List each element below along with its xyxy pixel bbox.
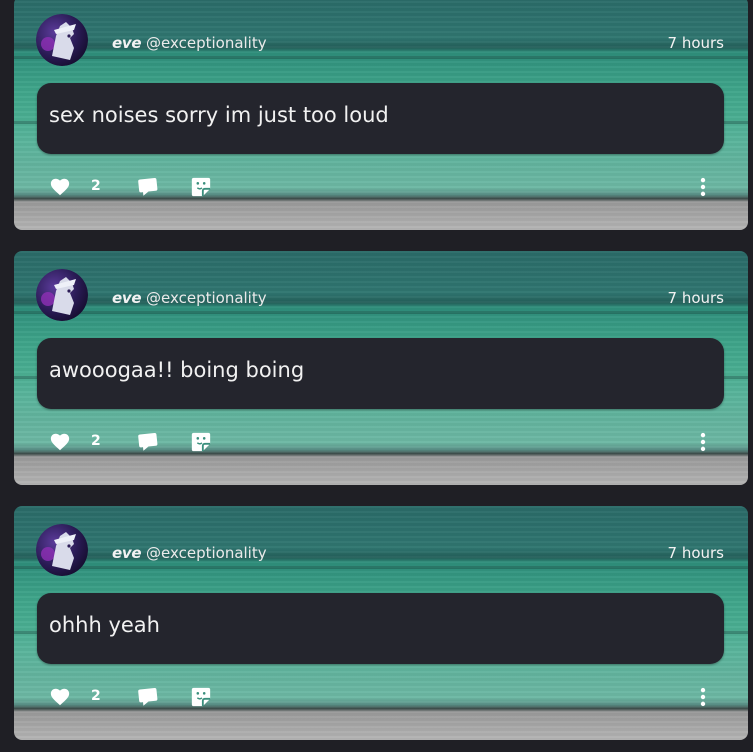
avatar-image	[36, 14, 88, 66]
avatar[interactable]	[36, 14, 88, 66]
speech-bubble-icon[interactable]	[137, 176, 159, 198]
post-author: eve @exceptionality	[112, 34, 267, 52]
vertical-ellipsis-icon[interactable]	[692, 431, 714, 453]
author-handle[interactable]: @exceptionality	[146, 289, 267, 307]
avatar[interactable]	[36, 524, 88, 576]
post-card: eve @exceptionality 7 hours sex noises s…	[14, 0, 748, 230]
post-content: sex noises sorry im just too loud	[37, 83, 724, 154]
author-display-name[interactable]: eve	[112, 34, 142, 52]
heart-icon[interactable]	[49, 431, 71, 453]
avatar[interactable]	[36, 269, 88, 321]
post-timestamp[interactable]: 7 hours	[668, 34, 724, 52]
like-count: 2	[91, 688, 101, 704]
avatar-image	[36, 269, 88, 321]
post-actions: 2	[14, 431, 748, 461]
post-content: ohhh yeah	[37, 593, 724, 664]
post-actions: 2	[14, 686, 748, 716]
post-author: eve @exceptionality	[112, 544, 267, 562]
heart-icon[interactable]	[49, 176, 71, 198]
author-display-name[interactable]: eve	[112, 544, 142, 562]
post-text: awooogaa!! boing boing	[49, 358, 305, 382]
vertical-ellipsis-icon[interactable]	[692, 686, 714, 708]
post-actions: 2	[14, 176, 748, 206]
sticker-icon[interactable]	[190, 686, 212, 708]
post-content: awooogaa!! boing boing	[37, 338, 724, 409]
speech-bubble-icon[interactable]	[137, 431, 159, 453]
like-count: 2	[91, 178, 101, 194]
post-card: eve @exceptionality 7 hours awooogaa!! b…	[14, 251, 748, 485]
heart-icon[interactable]	[49, 686, 71, 708]
post-author: eve @exceptionality	[112, 289, 267, 307]
post-timestamp[interactable]: 7 hours	[668, 544, 724, 562]
author-handle[interactable]: @exceptionality	[146, 34, 267, 52]
post-feed: eve @exceptionality 7 hours sex noises s…	[0, 0, 753, 752]
post-text: sex noises sorry im just too loud	[49, 103, 389, 127]
sticker-icon[interactable]	[190, 176, 212, 198]
sticker-icon[interactable]	[190, 431, 212, 453]
author-display-name[interactable]: eve	[112, 289, 142, 307]
post-card: eve @exceptionality 7 hours ohhh yeah 2	[14, 506, 748, 740]
author-handle[interactable]: @exceptionality	[146, 544, 267, 562]
like-count: 2	[91, 433, 101, 449]
speech-bubble-icon[interactable]	[137, 686, 159, 708]
avatar-image	[36, 524, 88, 576]
post-timestamp[interactable]: 7 hours	[668, 289, 724, 307]
post-text: ohhh yeah	[49, 613, 160, 637]
vertical-ellipsis-icon[interactable]	[692, 176, 714, 198]
